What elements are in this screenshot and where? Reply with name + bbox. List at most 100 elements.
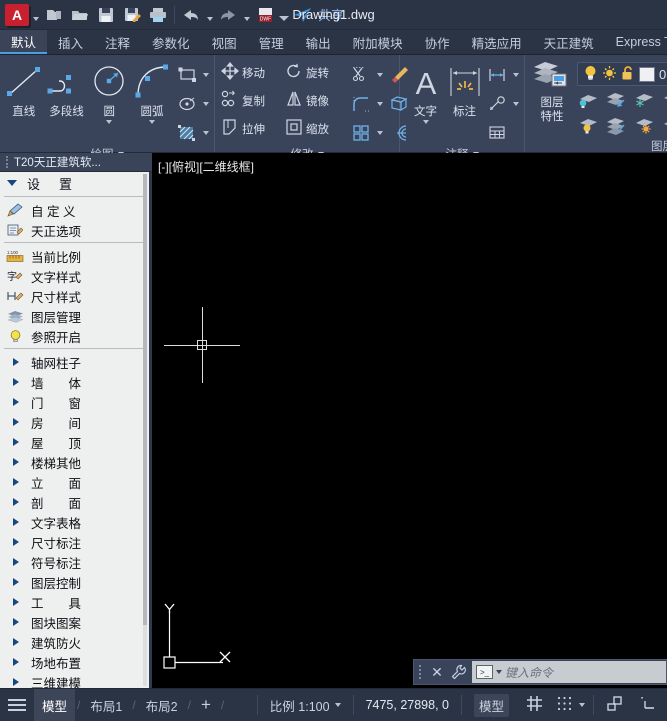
table-icon[interactable]	[484, 120, 510, 146]
viewport-label[interactable]: [-][俯视][二维线框]	[158, 158, 254, 175]
tab-manage[interactable]: 管理	[248, 30, 295, 54]
layout-tab-layout1[interactable]: 布局1	[82, 689, 130, 721]
text-button[interactable]: A 文字	[406, 59, 445, 124]
array-icon[interactable]	[348, 120, 374, 146]
tab-insert[interactable]: 插入	[47, 30, 94, 54]
redo-icon[interactable]	[215, 2, 241, 28]
palette-category-dimension[interactable]: 尺寸标注	[0, 532, 149, 552]
hatch-caret-icon[interactable]	[201, 120, 211, 146]
dwf-icon[interactable]: DWF	[252, 2, 278, 28]
circle-button[interactable]: 圆	[89, 59, 131, 124]
palette-grip-icon[interactable]	[4, 155, 10, 169]
mirror-button[interactable]: 镜像	[285, 87, 347, 114]
layer-properties-button[interactable]: 图层 特性	[529, 59, 575, 124]
palette-category-fire-protection[interactable]: 建筑防火	[0, 632, 149, 652]
save-icon[interactable]	[93, 2, 119, 28]
layout-tab-model[interactable]: 模型	[34, 689, 76, 721]
dwf-caret-icon[interactable]	[278, 2, 289, 28]
palette-item-text-style[interactable]: 字 文字样式	[0, 266, 149, 286]
annotation-visibility-toggle[interactable]	[631, 689, 667, 721]
unlock-icon[interactable]	[621, 65, 635, 84]
layer-unisolate-icon[interactable]	[603, 114, 629, 138]
palette-category-wall[interactable]: 墙 体	[0, 372, 149, 392]
palette-category-text-table[interactable]: 文字表格	[0, 512, 149, 532]
copy-button[interactable]: 复制	[221, 87, 283, 114]
fillet-caret-icon[interactable]	[375, 91, 385, 117]
rotate-button[interactable]: 旋转	[285, 59, 347, 86]
application-menu-button[interactable]: A	[4, 2, 30, 28]
scale-button[interactable]: 缩放	[285, 115, 347, 142]
leader-icon[interactable]	[484, 91, 510, 117]
close-icon[interactable]: ✕	[426, 660, 448, 684]
linear-dim-caret-icon[interactable]	[511, 62, 521, 88]
panel-title-layers[interactable]: 图层	[525, 138, 667, 154]
coordinates-display[interactable]: 7475, 27898, 0	[358, 689, 457, 721]
tab-default[interactable]: 默认	[0, 30, 48, 54]
palette-category-stairs-other[interactable]: 楼梯其他	[0, 452, 149, 472]
tab-express-tools[interactable]: Express Tools	[605, 30, 667, 54]
tab-output[interactable]: 输出	[295, 30, 342, 54]
line-button[interactable]: 直线	[3, 59, 45, 119]
add-layout-button[interactable]: +	[193, 689, 219, 721]
palette-category-3d-modeling[interactable]: 三维建模	[0, 672, 149, 688]
tab-view[interactable]: 视图	[201, 30, 248, 54]
tab-addins[interactable]: 附加模块	[342, 30, 414, 54]
dimension-button[interactable]: 标注	[445, 59, 484, 119]
palette-category-elevation[interactable]: 立 面	[0, 472, 149, 492]
palette-category-site-layout[interactable]: 场地布置	[0, 652, 149, 672]
palette-category-block-pattern[interactable]: 图块图案	[0, 612, 149, 632]
drawing-canvas[interactable]: [-][俯视][二维线框] ✕ >_ 键入命令	[152, 153, 667, 688]
ortho-toggle[interactable]	[598, 689, 631, 721]
app-menu-caret-icon[interactable]	[30, 2, 41, 28]
palette-section-settings[interactable]: 设 置	[0, 172, 149, 194]
layer-off-icon[interactable]	[575, 88, 601, 112]
palette-item-customize[interactable]: 自 定 义	[0, 200, 149, 220]
arc-caret-icon[interactable]	[149, 120, 155, 124]
trim-icon[interactable]	[348, 62, 374, 88]
palette-item-xref-on[interactable]: 参照开启	[0, 326, 149, 346]
palette-category-symbol[interactable]: 符号标注	[0, 552, 149, 572]
rectangle-caret-icon[interactable]	[201, 62, 211, 88]
undo-icon[interactable]	[178, 2, 204, 28]
layer-thaw-icon[interactable]	[631, 114, 657, 138]
rectangle-icon[interactable]	[174, 62, 200, 88]
leader-caret-icon[interactable]	[511, 91, 521, 117]
linear-dim-icon[interactable]	[484, 62, 510, 88]
share-icon[interactable]	[289, 2, 315, 28]
palette-title-bar[interactable]: T20天正建筑软...	[0, 153, 152, 172]
palette-item-layer-manager[interactable]: 图层管理	[0, 306, 149, 326]
stretch-button[interactable]: 拉伸	[221, 115, 283, 142]
palette-category-door-window[interactable]: 门 窗	[0, 392, 149, 412]
tab-featured-apps[interactable]: 精选应用	[461, 30, 533, 54]
layout-tab-layout2[interactable]: 布局2	[138, 689, 186, 721]
layer-isolate-icon[interactable]	[603, 88, 629, 112]
tab-parametric[interactable]: 参数化	[141, 30, 201, 54]
text-caret-icon[interactable]	[422, 120, 429, 124]
status-menu-button[interactable]	[0, 689, 34, 721]
palette-category-section[interactable]: 剖 面	[0, 492, 149, 512]
layer-freeze-icon[interactable]	[631, 88, 657, 112]
array-caret-icon[interactable]	[375, 120, 385, 146]
tab-tangent-architecture[interactable]: 天正建筑	[533, 30, 605, 54]
grid-toggle[interactable]	[517, 689, 552, 721]
layer-state-bar[interactable]: 0	[577, 62, 667, 86]
snap-toggle[interactable]	[552, 689, 589, 721]
palette-category-roof[interactable]: 屋 顶	[0, 432, 149, 452]
save-as-icon[interactable]	[119, 2, 145, 28]
layer-unlock-icon[interactable]	[659, 114, 667, 138]
tab-annotate[interactable]: 注释	[94, 30, 141, 54]
ellipse-icon[interactable]	[174, 91, 200, 117]
layer-color-swatch[interactable]	[639, 66, 655, 82]
palette-item-dim-style[interactable]: 尺寸样式	[0, 286, 149, 306]
redo-caret-icon[interactable]	[241, 2, 252, 28]
annotation-scale-control[interactable]: 比例 1:100	[262, 689, 349, 721]
arc-button[interactable]: 圆弧	[130, 59, 174, 124]
open-file-icon[interactable]	[67, 2, 93, 28]
palette-scrollbar[interactable]	[143, 174, 147, 686]
move-button[interactable]: 移动	[220, 59, 283, 86]
palette-item-current-scale[interactable]: 1:100 当前比例	[0, 246, 149, 266]
polyline-button[interactable]: 多段线	[45, 59, 89, 119]
lightbulb-on-icon[interactable]	[583, 65, 598, 84]
command-input[interactable]: >_ 键入命令	[472, 661, 666, 683]
circle-caret-icon[interactable]	[106, 120, 113, 124]
